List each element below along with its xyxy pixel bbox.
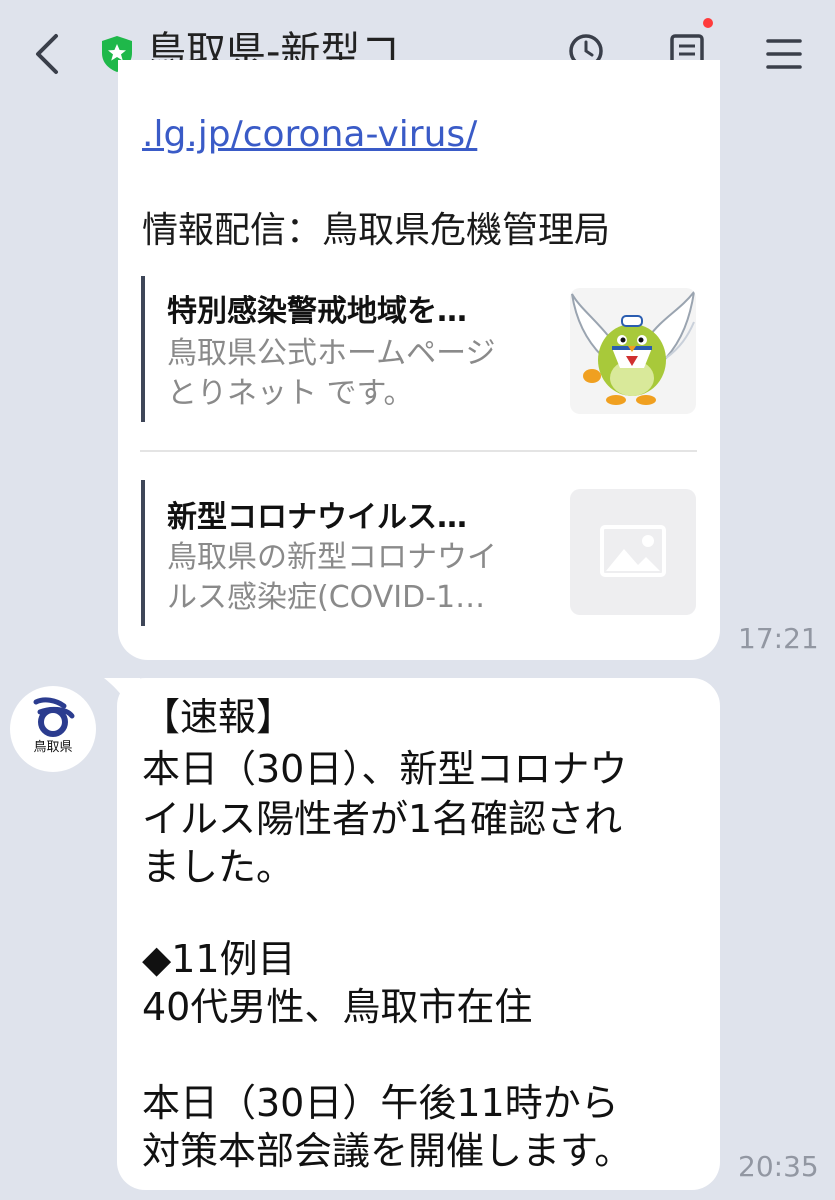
message-text-line: 40代男性、鳥取市在住 — [142, 985, 533, 1029]
avatar[interactable]: 鳥取県 — [10, 686, 96, 772]
preview-accent-bar — [141, 480, 145, 626]
message-link[interactable]: .lg.jp/corona-virus/ — [142, 110, 477, 160]
preview-accent-bar — [141, 276, 145, 422]
message-text-line: ました。 — [142, 845, 295, 889]
message-text-line: 本日（30日）、新型コロナウ — [142, 747, 628, 791]
message-text-line: 【速報】 — [142, 695, 295, 739]
preview-description: 鳥取県公式ホームページ — [167, 336, 496, 371]
message-time: 20:35 — [738, 1150, 819, 1183]
tottori-logo-icon — [33, 697, 75, 737]
preview-divider — [140, 450, 697, 452]
preview-title[interactable]: 新型コロナウイルス… — [167, 492, 467, 536]
preview-description: ルス感染症(COVID-1… — [167, 580, 486, 615]
message-text-line: イルス陽性者が1名確認され — [142, 797, 623, 841]
chat-screen: 鳥取県-新型コ… .lg.jp/corona-virus/ 情報配信：鳥取県危機… — [0, 0, 835, 1200]
message-text-line: ◆11例目 — [142, 937, 296, 981]
preview-description: 鳥取県の新型コロナウイ — [167, 540, 497, 575]
image-placeholder-icon[interactable] — [570, 489, 696, 615]
preview-title[interactable]: 特別感染警戒地域を… — [167, 286, 467, 330]
menu-icon — [766, 39, 802, 69]
back-arrow-icon — [36, 34, 58, 74]
message-text-line: 本日（30日）午後11時から — [142, 1081, 619, 1125]
preview-description: とりネット です。 — [167, 376, 414, 411]
back-button[interactable] — [28, 32, 68, 76]
avatar-label: 鳥取県 — [33, 740, 73, 755]
message-time: 17:21 — [738, 622, 819, 655]
message-text-line: 対策本部会議を開催します。 — [142, 1129, 633, 1173]
notification-dot — [703, 18, 713, 28]
mascot-bird-image[interactable] — [570, 288, 696, 414]
menu-button[interactable] — [760, 30, 808, 78]
message-text: 情報配信：鳥取県危機管理局 — [142, 210, 611, 251]
